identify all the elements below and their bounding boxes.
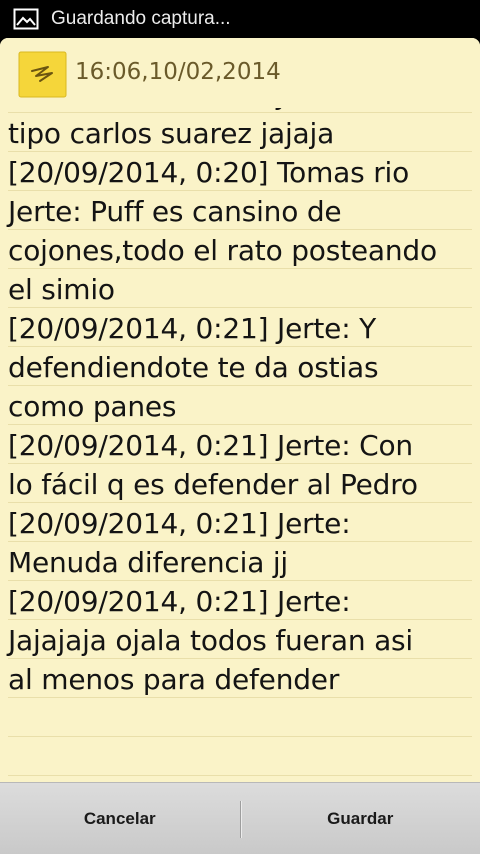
note-line: lo fácil q es defender al Pedro [8, 464, 472, 503]
note-line: [20/09/2014, 0:20] Tomas rio [8, 152, 472, 191]
note-line: Jajajaja ojala todos fueran asi [8, 620, 472, 659]
note-header: 16:06,10/02,2014 [0, 38, 480, 108]
note-line: [20/09/2014, 0:21] Jerte: Con [8, 425, 472, 464]
image-icon [13, 8, 39, 30]
note-lines: [20/09/2014, 0:20] Jerte: Estipo carlos … [8, 96, 472, 776]
note-line [8, 737, 472, 776]
status-bar: Guardando captura... [0, 0, 480, 38]
note-line: [20/09/2014, 0:21] Jerte: [8, 503, 472, 542]
note-line: tipo carlos suarez jajaja [8, 113, 472, 152]
note-date: 16:06,10/02,2014 [75, 59, 281, 85]
action-bar: Cancelar Guardar [0, 782, 480, 854]
note-line: Menuda diferencia jj [8, 542, 472, 581]
note-line: [20/09/2014, 0:21] Jerte: Y [8, 308, 472, 347]
cancel-button[interactable]: Cancelar [0, 783, 240, 854]
note-line: defendiendote te da ostias [8, 347, 472, 386]
note-text-area[interactable]: [20/09/2014, 0:20] Jerte: Estipo carlos … [0, 96, 480, 782]
note-line: como panes [8, 386, 472, 425]
sticky-note-icon [18, 51, 67, 98]
note-line [8, 698, 472, 737]
save-button[interactable]: Guardar [241, 783, 480, 854]
note-line: Jerte: Puff es cansino de [8, 191, 472, 230]
note-line: el simio [8, 269, 472, 308]
note-line: al menos para defender [8, 659, 472, 698]
note-card: 16:06,10/02,2014 [20/09/2014, 0:20] Jert… [0, 38, 480, 782]
note-line: cojones,todo el rato posteando [8, 230, 472, 269]
status-notification-text: Guardando captura... [51, 8, 231, 29]
note-line: [20/09/2014, 0:21] Jerte: [8, 581, 472, 620]
